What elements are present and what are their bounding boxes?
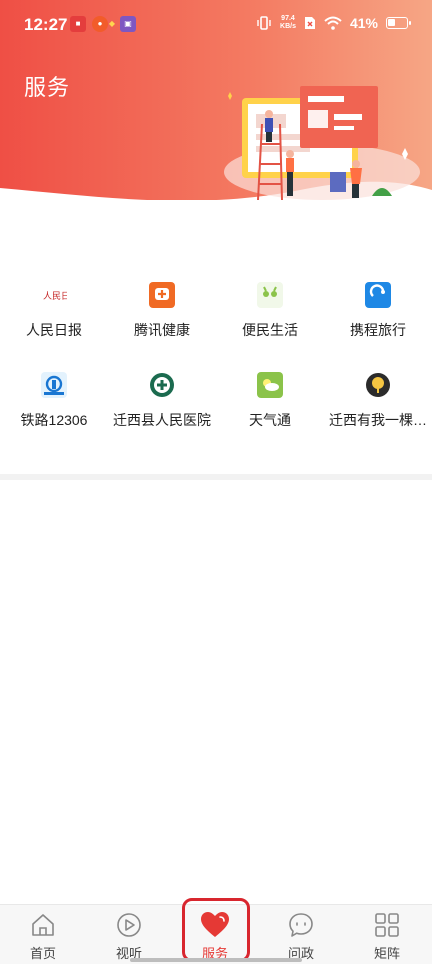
notification-app-icon: ▣ <box>120 16 136 32</box>
service-tencent-health[interactable]: 腾讯健康 <box>108 282 216 340</box>
convenience-life-icon <box>257 282 283 308</box>
page-title: 服务 <box>24 75 71 100</box>
railway-12306-icon <box>41 372 67 398</box>
people-daily-icon: 人民日报 <box>41 282 67 308</box>
grid-icon <box>375 913 399 937</box>
tab-label: 矩阵 <box>373 946 400 961</box>
service-ctrip[interactable]: 携程旅行 <box>324 282 432 340</box>
tab-home[interactable]: 首页 <box>0 911 86 962</box>
service-convenience-life[interactable]: 便民生活 <box>216 282 324 340</box>
service-label: 人民日报 <box>26 322 82 338</box>
status-time: 12:27 <box>24 15 68 34</box>
chat-icon <box>289 913 313 937</box>
service-label: 携程旅行 <box>350 322 406 338</box>
tab-label: 首页 <box>29 946 56 961</box>
service-label: 迁西有我一棵… <box>329 412 427 428</box>
service-label: 铁路12306 <box>20 412 88 428</box>
service-label: 天气通 <box>249 412 291 428</box>
weather-icon <box>257 372 283 398</box>
home-indicator[interactable] <box>130 958 302 962</box>
wifi-icon <box>324 16 342 30</box>
section-divider <box>0 474 432 480</box>
tab-matrix[interactable]: 矩阵 <box>344 911 430 962</box>
service-label: 迁西县人民医院 <box>113 412 211 428</box>
service-page: 12:27 ■ ● ◆ ▣ 97.4 KB/s 41% 服务 人民日 人民日报 … <box>0 0 432 964</box>
service-qianxi-tree[interactable]: 迁西有我一棵… <box>324 372 432 430</box>
tencent-health-icon <box>149 282 175 308</box>
battery-percent: 41% <box>349 15 378 31</box>
battery-icon <box>386 17 411 29</box>
service-railway-12306[interactable]: 铁路12306 <box>0 372 108 430</box>
sim-icon <box>304 17 315 29</box>
active-tab-highlight <box>182 898 250 962</box>
vibrate-icon <box>257 16 271 30</box>
svg-text:人民日报: 人民日报 <box>43 290 67 302</box>
qianxi-tree-icon <box>365 372 391 398</box>
tab-audiovisual[interactable]: 视听 <box>86 911 172 962</box>
service-label: 便民生活 <box>242 322 298 338</box>
service-people-daily[interactable]: 人民日报 人民日报 <box>0 282 108 340</box>
hospital-icon <box>149 372 175 398</box>
service-illustration <box>224 86 420 201</box>
network-speed-unit: KB/s <box>280 23 296 30</box>
service-qianxi-hospital[interactable]: 迁西县人民医院 <box>108 372 216 430</box>
home-icon <box>32 914 54 936</box>
status-bar: 12:27 ■ ● ◆ ▣ 97.4 KB/s 41% <box>0 0 432 48</box>
service-label: 腾讯健康 <box>134 322 190 338</box>
notification-app-icon: ◆ <box>108 19 116 28</box>
network-speed-value: 97.4 <box>281 15 295 22</box>
ctrip-icon <box>365 282 391 308</box>
play-icon <box>117 913 141 937</box>
tab-inquiry[interactable]: 问政 <box>258 911 344 962</box>
notification-app-icon: ■ <box>70 16 86 32</box>
network-speed: 97.4 KB/s <box>280 15 296 31</box>
service-weather[interactable]: 天气通 <box>216 372 324 430</box>
